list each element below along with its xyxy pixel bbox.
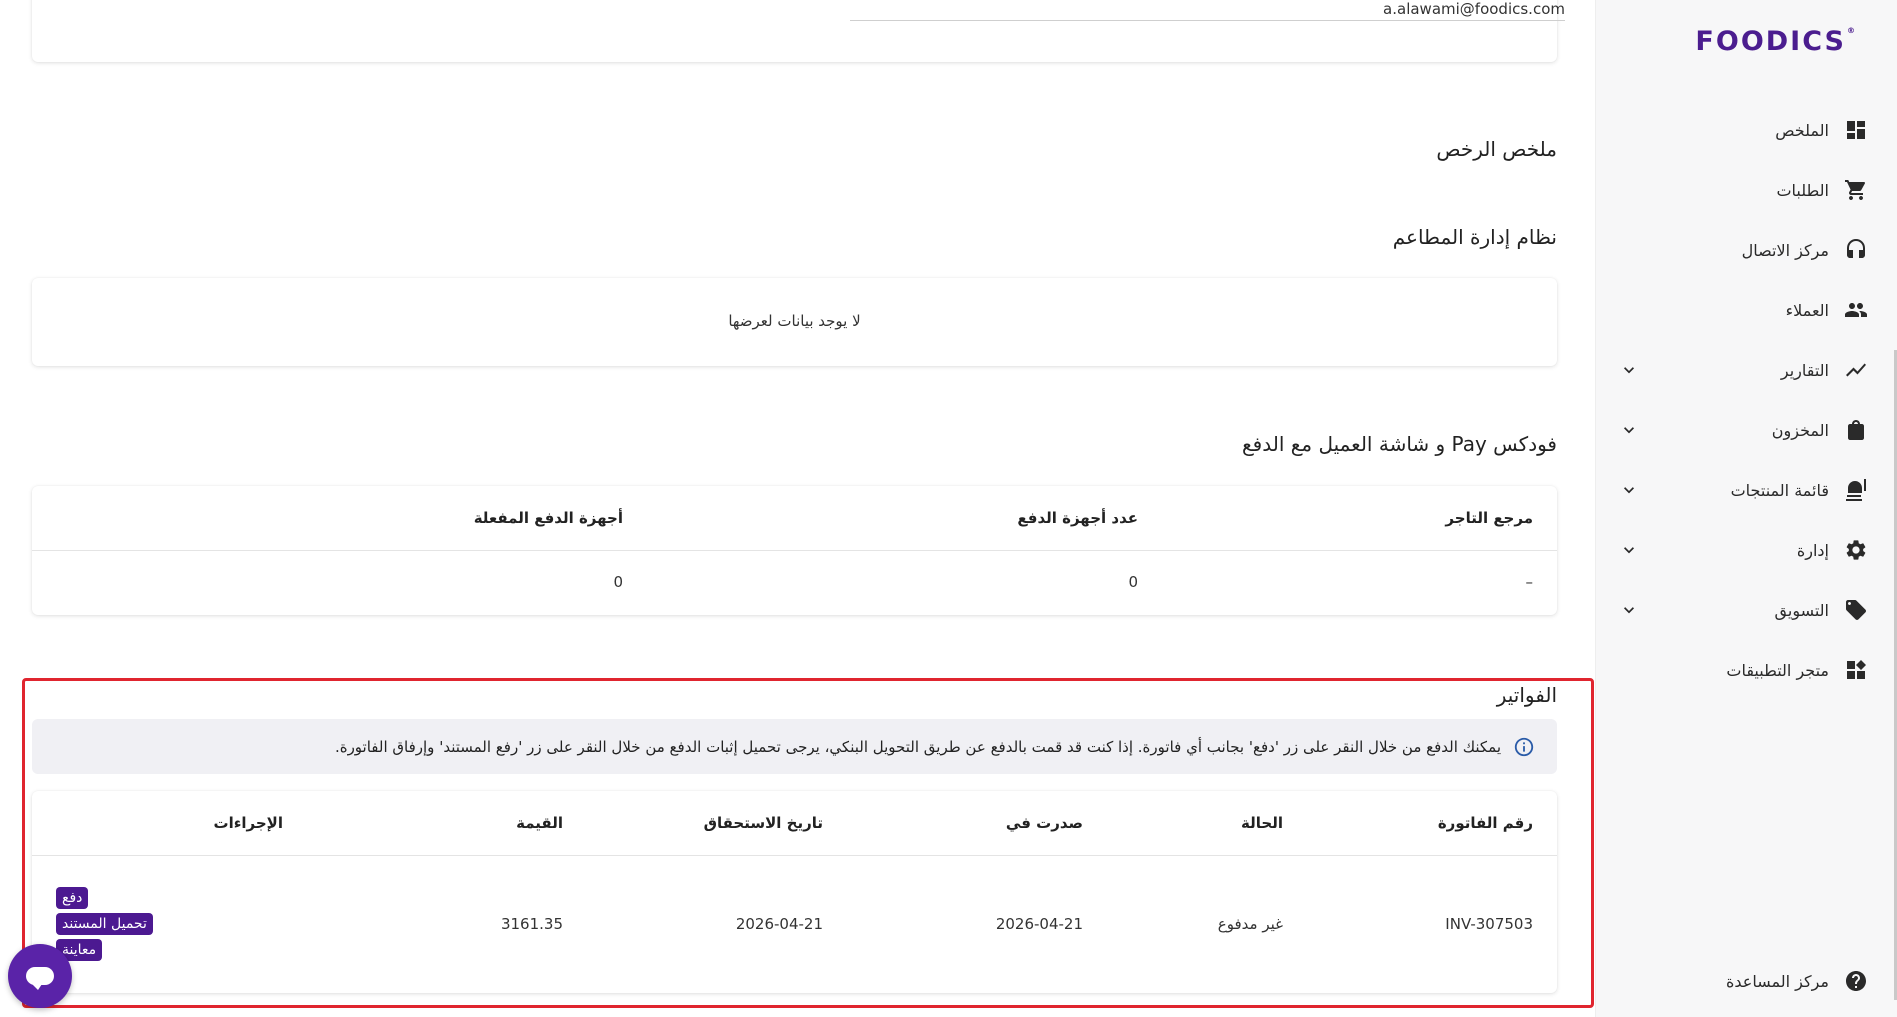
sidebar-item-management[interactable]: إدارة bbox=[1595, 520, 1897, 580]
sidebar-item-summary[interactable]: الملخص bbox=[1595, 100, 1897, 160]
payments-table-card: مرجع التاجر عدد أجهزة الدفع أجهزة الدفع … bbox=[32, 486, 1557, 615]
people-icon bbox=[1843, 297, 1869, 323]
menu-food-icon bbox=[1843, 477, 1869, 503]
sidebar-item-orders[interactable]: الطلبات bbox=[1595, 160, 1897, 220]
sidebar: FOODICS® الملخص الطلبات مركز الاتصال الع… bbox=[1595, 0, 1897, 1017]
invoice-actions: دفع تحميل المستند معاينة bbox=[56, 887, 283, 962]
column-header: الحالة bbox=[1107, 791, 1307, 856]
column-header: صدرت في bbox=[847, 791, 1107, 856]
account-card: a.alawami@foodics.com bbox=[32, 0, 1565, 62]
invoices-table: رقم الفاتورة الحالة صدرت في تاريخ الاستح… bbox=[32, 791, 1557, 993]
table-header-row: مرجع التاجر عدد أجهزة الدفع أجهزة الدفع … bbox=[32, 486, 1557, 551]
help-center-label: مركز المساعدة bbox=[1726, 971, 1829, 991]
chevron-down-icon[interactable] bbox=[1619, 420, 1639, 440]
column-header: القيمة bbox=[307, 791, 587, 856]
email-field[interactable]: a.alawami@foodics.com bbox=[850, 0, 1565, 21]
dashboard-icon bbox=[1843, 117, 1869, 143]
payments-title: فودكس Pay و شاشة العميل مع الدفع bbox=[1242, 432, 1557, 456]
invoices-info-text: يمكنك الدفع من خلال النقر على زر 'دفع' ب… bbox=[334, 737, 1501, 756]
trending-icon bbox=[1843, 357, 1869, 383]
main-content: a.alawami@foodics.com ملخص الرخص نظام إد… bbox=[0, 0, 1595, 1017]
sidebar-item-label: قائمة المنتجات bbox=[1730, 480, 1829, 500]
sidebar-item-label: العملاء bbox=[1785, 300, 1829, 320]
sidebar-item-inventory[interactable]: المخزون bbox=[1595, 400, 1897, 460]
invoice-issued-cell: 2026-04-21 bbox=[995, 915, 1083, 934]
merchant-ref-cell: – bbox=[1525, 573, 1534, 592]
devices-count-cell: 0 bbox=[1128, 573, 1138, 592]
tag-icon bbox=[1843, 597, 1869, 623]
invoice-status-cell: غير مدفوع bbox=[1217, 915, 1283, 934]
cart-icon bbox=[1843, 177, 1869, 203]
invoice-number-cell: INV-307503 bbox=[1445, 915, 1533, 934]
sidebar-item-reports[interactable]: التقارير bbox=[1595, 340, 1897, 400]
invoices-table-card: رقم الفاتورة الحالة صدرت في تاريخ الاستح… bbox=[32, 791, 1557, 993]
sidebar-item-customers[interactable]: العملاء bbox=[1595, 280, 1897, 340]
pos-empty-card: لا يوجد بيانات لعرضها bbox=[32, 278, 1557, 366]
upload-document-button[interactable]: تحميل المستند bbox=[56, 913, 153, 936]
empty-state-text: لا يوجد بيانات لعرضها bbox=[728, 312, 861, 330]
chevron-down-icon[interactable] bbox=[1619, 600, 1639, 620]
gear-icon bbox=[1843, 537, 1869, 563]
headset-icon bbox=[1843, 237, 1869, 263]
column-header: أجهزة الدفع المفعلة bbox=[32, 486, 647, 551]
column-header: رقم الفاتورة bbox=[1307, 791, 1557, 856]
apps-icon bbox=[1843, 657, 1869, 683]
chat-icon bbox=[26, 967, 54, 990]
column-header: عدد أجهزة الدفع bbox=[647, 486, 1162, 551]
info-icon bbox=[1513, 736, 1535, 758]
column-header: الإجراءات bbox=[32, 791, 307, 856]
invoice-amount-cell: 3161.35 bbox=[500, 915, 563, 934]
sidebar-item-label: التقارير bbox=[1780, 360, 1829, 380]
chevron-down-icon[interactable] bbox=[1619, 360, 1639, 380]
sidebar-item-label: متجر التطبيقات bbox=[1726, 660, 1829, 680]
sidebar-item-call-center[interactable]: مركز الاتصال bbox=[1595, 220, 1897, 280]
invoices-title: الفواتير bbox=[1496, 683, 1557, 707]
sidebar-item-marketing[interactable]: التسويق bbox=[1595, 580, 1897, 640]
sidebar-item-label: الطلبات bbox=[1776, 180, 1829, 200]
sidebar-nav: الملخص الطلبات مركز الاتصال العملاء التق… bbox=[1595, 100, 1897, 700]
help-icon bbox=[1843, 968, 1869, 994]
pay-button[interactable]: دفع bbox=[56, 887, 89, 910]
table-row: – 0 0 bbox=[32, 550, 1557, 614]
chevron-down-icon[interactable] bbox=[1619, 540, 1639, 560]
foodics-logo[interactable]: FOODICS® bbox=[1695, 26, 1857, 57]
sidebar-item-label: مركز الاتصال bbox=[1741, 240, 1829, 260]
chat-support-button[interactable] bbox=[8, 944, 72, 1008]
sidebar-item-label: المخزون bbox=[1771, 420, 1829, 440]
sidebar-item-menu[interactable]: قائمة المنتجات bbox=[1595, 460, 1897, 520]
invoices-info-box: يمكنك الدفع من خلال النقر على زر 'دفع' ب… bbox=[32, 719, 1557, 774]
column-header: تاريخ الاستحقاق bbox=[587, 791, 847, 856]
licenses-title: ملخص الرخص bbox=[1436, 137, 1557, 161]
active-devices-cell: 0 bbox=[613, 573, 623, 592]
table-row: INV-307503 غير مدفوع 2026-04-21 2026-04-… bbox=[32, 855, 1557, 993]
column-header: مرجع التاجر bbox=[1162, 486, 1557, 551]
sidebar-item-label: إدارة bbox=[1796, 540, 1829, 560]
invoice-due-cell: 2026-04-21 bbox=[735, 915, 823, 934]
table-header-row: رقم الفاتورة الحالة صدرت في تاريخ الاستح… bbox=[32, 791, 1557, 856]
pos-title: نظام إدارة المطاعم bbox=[1392, 225, 1557, 249]
help-center-link[interactable]: مركز المساعدة bbox=[1595, 961, 1897, 1001]
sidebar-item-app-store[interactable]: متجر التطبيقات bbox=[1595, 640, 1897, 700]
sidebar-item-label: الملخص bbox=[1775, 120, 1829, 140]
sidebar-item-label: التسويق bbox=[1774, 600, 1829, 620]
payments-table: مرجع التاجر عدد أجهزة الدفع أجهزة الدفع … bbox=[32, 486, 1557, 614]
invoice-actions-cell: دفع تحميل المستند معاينة bbox=[32, 855, 307, 993]
chevron-down-icon[interactable] bbox=[1619, 480, 1639, 500]
bag-icon bbox=[1843, 417, 1869, 443]
